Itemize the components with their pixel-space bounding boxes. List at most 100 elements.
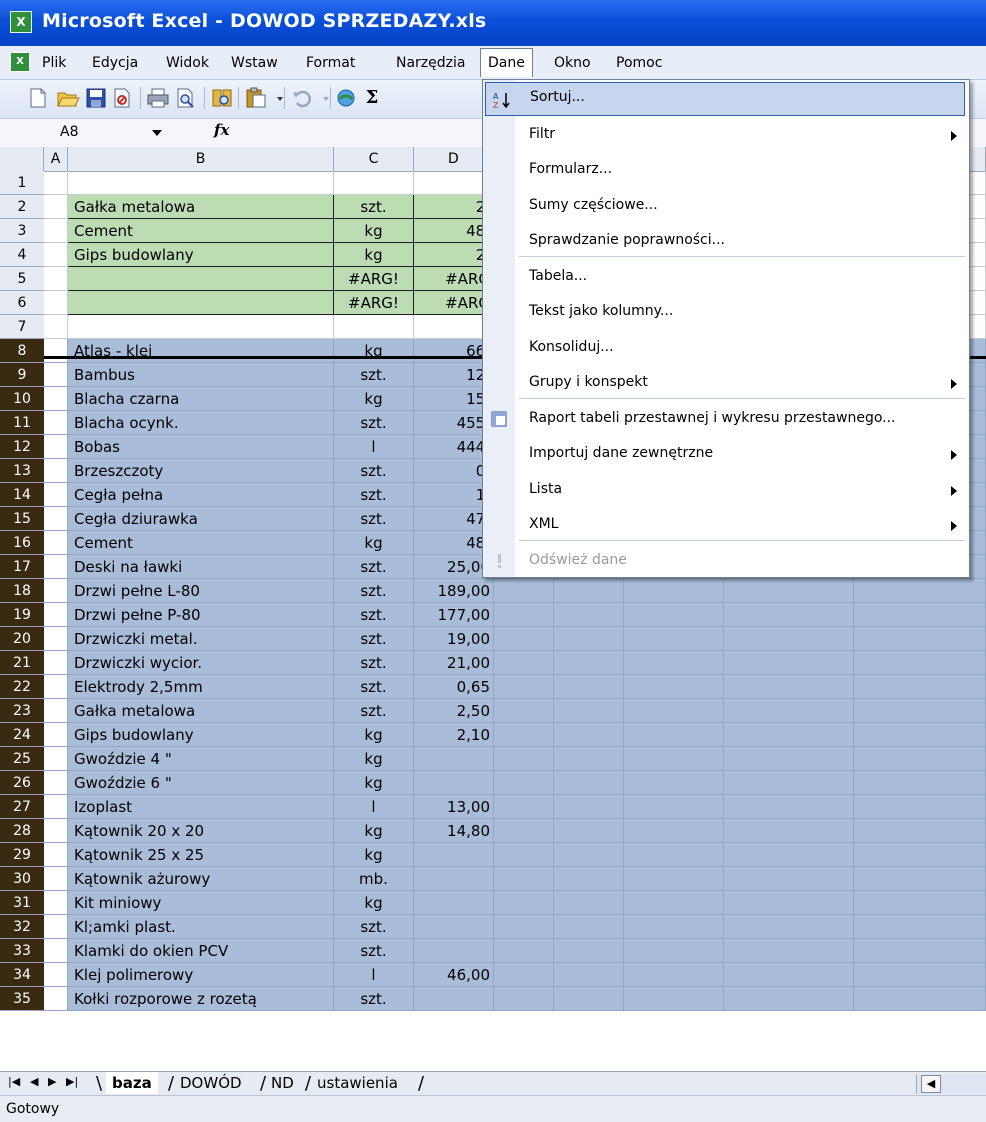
name-box[interactable]: A8 (60, 122, 170, 143)
cell-a[interactable] (44, 507, 68, 531)
menu-item-lista[interactable]: Lista (483, 473, 969, 507)
cell-f[interactable] (554, 963, 624, 987)
cell-a[interactable] (44, 939, 68, 963)
cell-i[interactable] (854, 843, 986, 867)
cell-a[interactable] (44, 411, 68, 435)
cell-a[interactable] (44, 243, 68, 267)
cell-i[interactable] (854, 579, 986, 603)
cell-unit[interactable]: szt. (334, 411, 414, 435)
prev-sheet-icon[interactable]: ◀ (30, 1075, 38, 1088)
cell-h[interactable] (724, 867, 854, 891)
cell-name[interactable]: Drzwiczki wycior. (68, 651, 334, 675)
cell-name[interactable]: Elektrody 2,5mm (68, 675, 334, 699)
cell-unit[interactable]: kg (334, 891, 414, 915)
row-header[interactable]: 3 (0, 219, 44, 243)
cell-name[interactable] (68, 315, 334, 339)
menu-item-formularz[interactable]: Formularz... (483, 153, 969, 187)
cell-unit[interactable]: szt. (334, 363, 414, 387)
cell-unit[interactable]: szt. (334, 603, 414, 627)
cell-h[interactable] (724, 891, 854, 915)
row-header[interactable]: 23 (0, 699, 44, 723)
cell-a[interactable] (44, 387, 68, 411)
cell-e[interactable] (494, 627, 554, 651)
cell-name[interactable]: Gips budowlany (68, 723, 334, 747)
cell-a[interactable] (44, 483, 68, 507)
cell-name[interactable]: Drzwiczki metal. (68, 627, 334, 651)
cell-f[interactable] (554, 627, 624, 651)
cell-e[interactable] (494, 699, 554, 723)
row-header[interactable]: 25 (0, 747, 44, 771)
row-header[interactable]: 4 (0, 243, 44, 267)
last-sheet-icon[interactable]: ▶| (66, 1075, 78, 1088)
cell-value[interactable]: 19,00 (414, 627, 494, 651)
autosum-icon[interactable]: Σ (360, 86, 384, 110)
cell-a[interactable] (44, 531, 68, 555)
cell-name[interactable]: Kit miniowy (68, 891, 334, 915)
cell-f[interactable] (554, 699, 624, 723)
cell-i[interactable] (854, 771, 986, 795)
cell-name[interactable]: Cement (68, 531, 334, 555)
cell-g[interactable] (624, 891, 724, 915)
column-header-b[interactable]: B (68, 147, 334, 171)
cell-unit[interactable]: szt. (334, 915, 414, 939)
cell-unit[interactable]: kg (334, 843, 414, 867)
cell-value[interactable]: 2,50 (414, 699, 494, 723)
cell-g[interactable] (624, 819, 724, 843)
row-header[interactable]: 15 (0, 507, 44, 531)
row-header[interactable]: 2 (0, 195, 44, 219)
cell-value[interactable]: 14,80 (414, 819, 494, 843)
row-header[interactable]: 13 (0, 459, 44, 483)
menu-wstaw[interactable]: Wstaw (231, 55, 278, 71)
cell-g[interactable] (624, 651, 724, 675)
cell-i[interactable] (854, 915, 986, 939)
menu-edycja[interactable]: Edycja (92, 55, 138, 71)
cell-value[interactable]: 2,10 (414, 723, 494, 747)
row-header[interactable]: 30 (0, 867, 44, 891)
cell-a[interactable] (44, 555, 68, 579)
row-header[interactable]: 9 (0, 363, 44, 387)
menu-item-filtr[interactable]: Filtr (483, 118, 969, 152)
cell-e[interactable] (494, 723, 554, 747)
row-header[interactable]: 5 (0, 267, 44, 291)
paste-dropdown-icon[interactable] (268, 86, 283, 110)
cell-f[interactable] (554, 891, 624, 915)
cell-g[interactable] (624, 987, 724, 1011)
cell-a[interactable] (44, 459, 68, 483)
cell-unit[interactable]: kg (334, 747, 414, 771)
new-icon[interactable] (26, 86, 50, 110)
cell-h[interactable] (724, 627, 854, 651)
menu-item-sumy-częściowe[interactable]: Sumy częściowe... (483, 189, 969, 223)
cell-value[interactable]: 189,00 (414, 579, 494, 603)
cell-name[interactable]: Gałka metalowa (68, 699, 334, 723)
cell-unit[interactable]: szt. (334, 195, 414, 219)
cell-name[interactable]: Deski na ławki (68, 555, 334, 579)
cell-f[interactable] (554, 987, 624, 1011)
menu-narzedzia[interactable]: Narzędzia (396, 55, 465, 71)
cell-a[interactable] (44, 987, 68, 1011)
cell-e[interactable] (494, 579, 554, 603)
menu-pomoc[interactable]: Pomoc (616, 55, 662, 71)
horizontal-scrollbar[interactable]: ◀ (916, 1074, 986, 1094)
cell-unit[interactable]: szt. (334, 939, 414, 963)
cell-g[interactable] (624, 675, 724, 699)
cell-g[interactable] (624, 771, 724, 795)
cell-a[interactable] (44, 363, 68, 387)
row-header[interactable]: 11 (0, 411, 44, 435)
cell-name[interactable]: Kątownik 25 x 25 (68, 843, 334, 867)
row-header[interactable]: 21 (0, 651, 44, 675)
cell-h[interactable] (724, 819, 854, 843)
cell-value[interactable]: 13,00 (414, 795, 494, 819)
cell-value[interactable] (414, 771, 494, 795)
cell-a[interactable] (44, 219, 68, 243)
cell-h[interactable] (724, 771, 854, 795)
undo-dropdown-icon[interactable] (314, 86, 329, 110)
cell-a[interactable] (44, 651, 68, 675)
cell-name[interactable]: Drzwi pełne L-80 (68, 579, 334, 603)
cell-name[interactable]: Cement (68, 219, 334, 243)
cell-name[interactable]: Gwoździe 6 " (68, 771, 334, 795)
select-all-corner[interactable] (0, 147, 44, 171)
cell-name[interactable]: Gwoździe 4 " (68, 747, 334, 771)
cell-unit[interactable]: l (334, 963, 414, 987)
cell-e[interactable] (494, 675, 554, 699)
cell-h[interactable] (724, 699, 854, 723)
